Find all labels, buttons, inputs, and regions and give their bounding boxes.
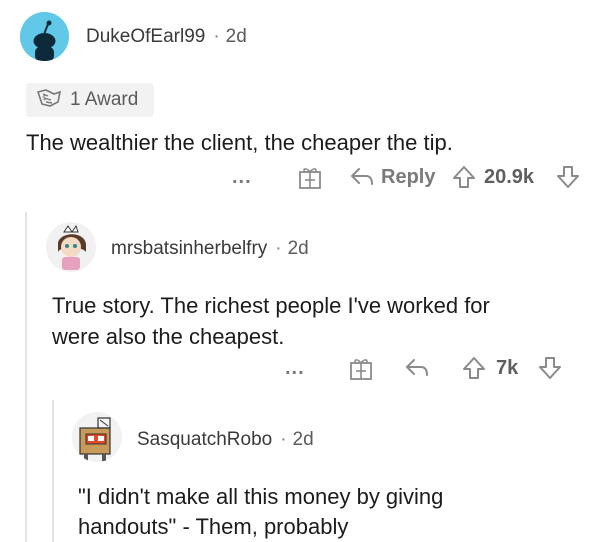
user-avatar[interactable] [46, 222, 96, 272]
upvote-icon [453, 166, 475, 188]
avatar-icon [72, 412, 122, 462]
comment-text: The wealthier the client, the cheaper th… [26, 130, 453, 155]
svg-text:$: $ [42, 94, 46, 102]
comment-text-line: handouts" - Them, probably [78, 514, 349, 539]
award-count: 1 Award [70, 89, 139, 110]
more-options-button[interactable]: ... [285, 357, 305, 380]
gift-award-button[interactable] [348, 356, 374, 382]
downvote-icon [557, 166, 579, 188]
separator-dot: · [275, 238, 282, 259]
downvote-button[interactable] [537, 355, 563, 381]
reply-button[interactable]: Reply [348, 164, 435, 190]
upvote-button[interactable] [451, 164, 477, 190]
vote-count: 7k [496, 357, 519, 379]
comment-text-line: True story. The richest people I've work… [52, 293, 490, 318]
reply-button[interactable] [403, 355, 431, 381]
upvote-icon [463, 357, 485, 379]
upvote-button[interactable] [461, 355, 487, 381]
vote-count: 20.9k [484, 166, 535, 188]
reply-arrow-icon [351, 168, 373, 185]
gift-icon [350, 359, 372, 380]
comment-age: 2d [225, 26, 247, 47]
downvote-button[interactable] [555, 164, 581, 190]
gift-award-button[interactable] [297, 165, 323, 191]
comment-age: 2d [292, 429, 314, 450]
thread-line[interactable] [25, 212, 27, 542]
gift-icon [299, 168, 321, 189]
username[interactable]: DukeOfEarl99 [86, 26, 205, 47]
snoo-avatar-icon [20, 12, 69, 61]
avatar-icon [46, 222, 96, 272]
username[interactable]: mrsbatsinherbelfry [111, 238, 267, 259]
more-options-button[interactable]: ... [232, 166, 252, 189]
user-avatar[interactable] [72, 412, 122, 462]
username[interactable]: SasquatchRobo [137, 429, 272, 450]
thread-line[interactable] [52, 400, 54, 542]
user-avatar[interactable] [20, 12, 69, 61]
separator-dot: · [280, 429, 287, 450]
comment-meta: DukeOfEarl99 · 2d [86, 26, 247, 48]
reply-arrow-icon [406, 359, 428, 376]
comment-age: 2d [287, 238, 309, 259]
comment-meta: SasquatchRobo · 2d [137, 429, 314, 451]
downvote-icon [539, 357, 561, 379]
comment-text-line: were also the cheapest. [52, 324, 285, 349]
separator-dot: · [213, 26, 220, 47]
comment-text-line: "I didn't make all this money by giving [78, 484, 444, 509]
award-icon: $ [34, 86, 64, 115]
comment-meta: mrsbatsinherbelfry · 2d [111, 238, 309, 260]
award-chip[interactable]: $ 1 Award [26, 83, 154, 117]
